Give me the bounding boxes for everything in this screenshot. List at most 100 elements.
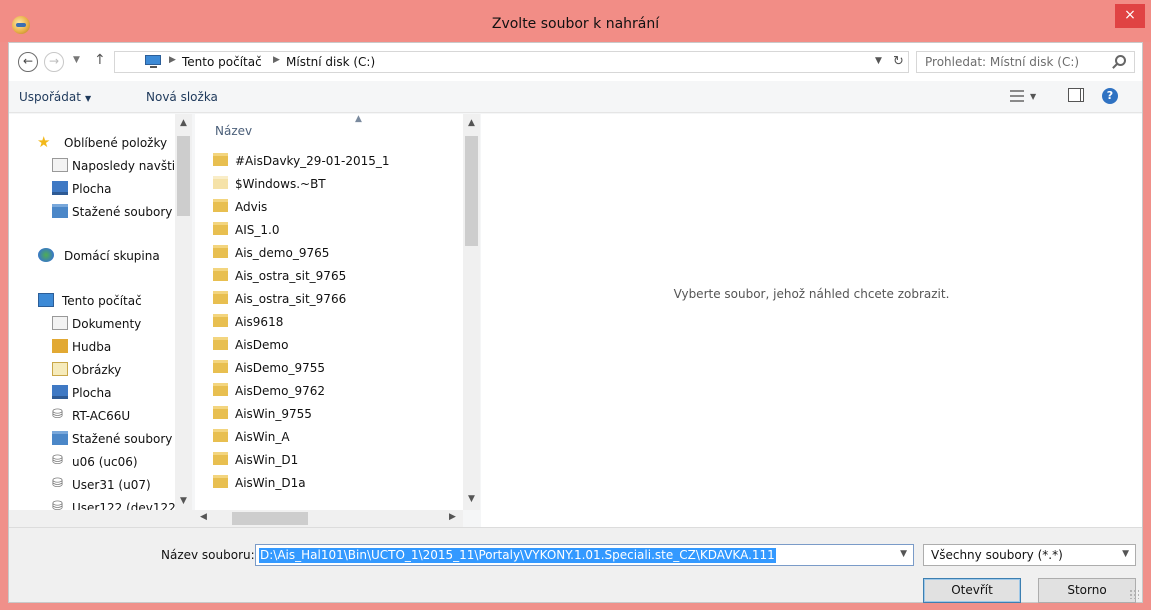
nav-item-pictures[interactable]: Obrázky	[9, 359, 179, 381]
recent-locations-chevron-down-icon[interactable]: ▼	[73, 55, 80, 65]
list-item[interactable]: AisDemo_9755	[213, 357, 453, 379]
folder-icon	[213, 337, 228, 350]
back-button[interactable]: ←	[18, 52, 38, 72]
address-row: ← → ▼ ↑ ▶ Tento počítač ▶ Místní disk (C…	[9, 43, 1142, 81]
scroll-down-icon[interactable]: ▼	[175, 496, 192, 506]
nav-item-label: User122 (dev122)	[72, 501, 181, 510]
list-item[interactable]: Ais_ostra_sit_9766	[213, 288, 453, 310]
nav-item-this-pc[interactable]: Tento počítač	[9, 290, 179, 312]
nav-item-homegroup[interactable]: Domácí skupina	[9, 245, 179, 267]
address-history-chevron-down-icon[interactable]: ▼	[875, 56, 882, 66]
nav-item-label: Obrázky	[72, 363, 122, 377]
title-bar[interactable]: Zvolte soubor k nahrání ×	[0, 0, 1151, 42]
nav-item-user31[interactable]: ⛁ User31 (u07)	[9, 474, 179, 496]
search-input[interactable]	[917, 52, 1107, 72]
list-item[interactable]: Ais_ostra_sit_9765	[213, 265, 453, 287]
nav-item-downloads-pc[interactable]: Stažené soubory	[9, 428, 179, 450]
homegroup-icon	[38, 248, 54, 262]
preview-pane-icon[interactable]	[1068, 88, 1084, 102]
nav-pane-scrollbar[interactable]: ▲ ▼	[175, 114, 192, 510]
cancel-button[interactable]: Storno	[1038, 578, 1136, 603]
scroll-up-icon[interactable]: ▲	[463, 118, 480, 128]
desktop-icon	[52, 181, 68, 195]
pictures-icon	[52, 362, 68, 376]
nav-item-rt-ac66u[interactable]: ⛁ RT-AC66U	[9, 405, 179, 427]
file-list[interactable]: Název ▲ #AisDavky_29-01-2015_1 $Windows.…	[195, 114, 480, 510]
address-bar[interactable]: ▶ Tento počítač ▶ Místní disk (C:) ▼ ↻	[114, 51, 909, 73]
file-list-scrollbar[interactable]: ▲ ▼	[463, 114, 480, 510]
list-item[interactable]: Ais9618	[213, 311, 453, 333]
breadcrumb-this-pc[interactable]: Tento počítač	[182, 55, 262, 69]
help-icon[interactable]: ?	[1102, 88, 1118, 104]
scrollbar-thumb[interactable]	[465, 136, 478, 246]
network-drive-icon: ⛁	[52, 499, 63, 511]
open-button[interactable]: Otevřít	[923, 578, 1021, 603]
breadcrumb-separator-icon[interactable]: ▶	[169, 55, 176, 65]
nav-item-label: User31 (u07)	[72, 478, 151, 492]
search-icon[interactable]	[1115, 55, 1126, 66]
nav-item-favorites[interactable]: ★ Oblíbené položky	[9, 132, 179, 154]
item-name: AisWin_A	[235, 430, 290, 444]
hidden-folder-icon	[213, 176, 228, 189]
folder-icon	[213, 475, 228, 488]
breadcrumb-separator-icon[interactable]: ▶	[273, 55, 280, 65]
nav-item-label: Domácí skupina	[64, 249, 160, 263]
dialog-client: ← → ▼ ↑ ▶ Tento počítač ▶ Místní disk (C…	[8, 42, 1143, 603]
nav-item-documents[interactable]: Dokumenty	[9, 313, 179, 335]
list-item[interactable]: $Windows.~BT	[213, 173, 453, 195]
new-folder-button[interactable]: Nová složka	[146, 90, 218, 104]
list-item[interactable]: AisWin_9755	[213, 403, 453, 425]
nav-item-desktop-pc[interactable]: Plocha	[9, 382, 179, 404]
item-name: AisDemo_9762	[235, 384, 325, 398]
item-name: AisWin_9755	[235, 407, 312, 421]
change-view-icon[interactable]	[1010, 90, 1024, 102]
resize-grip[interactable]	[1129, 589, 1139, 599]
filename-input[interactable]: D:\Ais_Hal101\Bin\UCTO_1\2015_11\Portaly…	[255, 544, 914, 566]
nav-item-label: Oblíbené položky	[64, 136, 168, 150]
file-type-select[interactable]: Všechny soubory (*.*) ▼	[923, 544, 1136, 566]
scrollbar-thumb[interactable]	[177, 136, 190, 216]
filename-history-chevron-down-icon[interactable]: ▼	[900, 549, 907, 559]
dialog-footer: Název souboru: D:\Ais_Hal101\Bin\UCTO_1\…	[9, 527, 1142, 603]
list-item[interactable]: Advis	[213, 196, 453, 218]
list-item[interactable]: #AisDavky_29-01-2015_1	[213, 150, 453, 172]
scroll-right-icon[interactable]: ▶	[449, 512, 456, 522]
list-item[interactable]: AisWin_D1a	[213, 472, 453, 494]
file-list-horizontal-scrollbar[interactable]: ◀ ▶	[195, 510, 463, 527]
column-header-name[interactable]: Název	[215, 124, 252, 138]
list-item[interactable]: Ais_demo_9765	[213, 242, 453, 264]
nav-item-downloads[interactable]: Stažené soubory	[9, 201, 179, 223]
filename-label: Název souboru:	[161, 548, 255, 562]
forward-button[interactable]: →	[44, 52, 64, 72]
nav-item-music[interactable]: Hudba	[9, 336, 179, 358]
close-button[interactable]: ×	[1115, 4, 1145, 28]
search-box[interactable]	[916, 51, 1135, 73]
list-item[interactable]: AisWin_D1	[213, 449, 453, 471]
nav-item-user122[interactable]: ⛁ User122 (dev122)	[9, 497, 181, 511]
folder-icon	[213, 153, 228, 166]
up-button[interactable]: ↑	[94, 52, 106, 68]
filename-value[interactable]: D:\Ais_Hal101\Bin\UCTO_1\2015_11\Portaly…	[259, 548, 776, 563]
list-item[interactable]: AisWin_A	[213, 426, 453, 448]
chevron-down-icon[interactable]: ▼	[1122, 549, 1129, 559]
nav-item-desktop[interactable]: Plocha	[9, 178, 179, 200]
breadcrumb-local-disk[interactable]: Místní disk (C:)	[286, 55, 375, 69]
scroll-down-icon[interactable]: ▼	[463, 494, 480, 504]
list-item[interactable]: AisDemo	[213, 334, 453, 356]
view-options-chevron-down-icon[interactable]: ▼	[1030, 92, 1036, 101]
scrollbar-thumb[interactable]	[232, 512, 308, 525]
organize-button[interactable]: Uspořádat ▼	[19, 90, 91, 104]
nav-item-u06[interactable]: ⛁ u06 (uc06)	[9, 451, 179, 473]
item-name: Ais9618	[235, 315, 284, 329]
preview-pane: Vyberte soubor, jehož náhled chcete zobr…	[481, 114, 1142, 527]
folder-icon	[213, 291, 228, 304]
item-name: AisDemo	[235, 338, 289, 352]
list-item[interactable]: AisDemo_9762	[213, 380, 453, 402]
command-toolbar: Uspořádat ▼ Nová složka ▼ ?	[9, 81, 1142, 113]
refresh-button[interactable]: ↻	[893, 54, 904, 69]
list-item[interactable]: AIS_1.0	[213, 219, 453, 241]
nav-item-recent-places[interactable]: Naposledy navšti	[9, 155, 179, 177]
organize-label: Uspořádat	[19, 90, 81, 104]
scroll-up-icon[interactable]: ▲	[175, 118, 192, 128]
scroll-left-icon[interactable]: ◀	[200, 512, 207, 522]
